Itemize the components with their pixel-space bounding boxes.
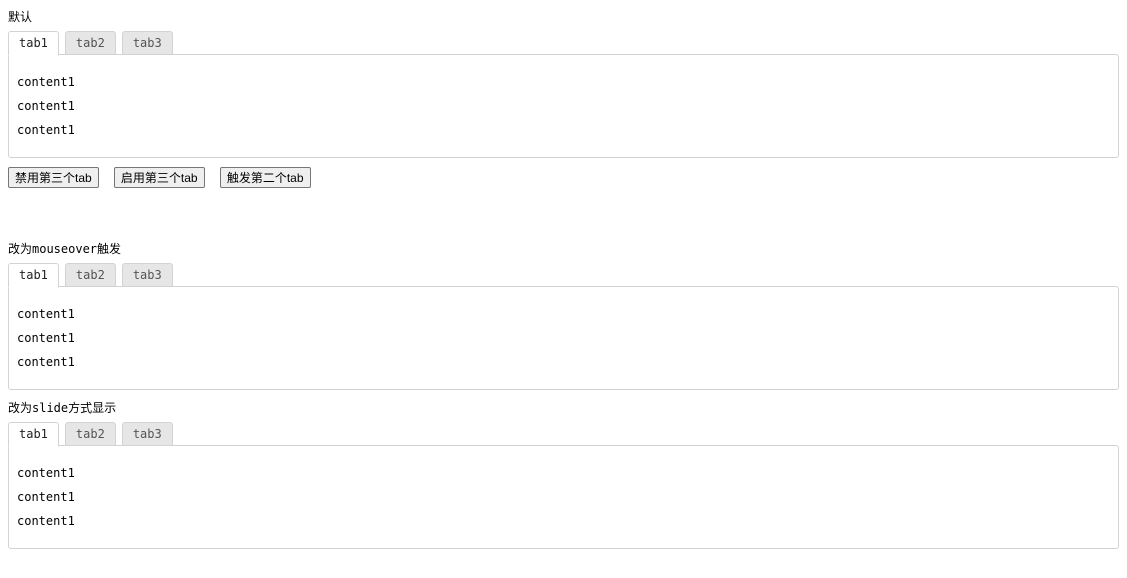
tab-3[interactable]: tab3 [122,422,173,446]
tab-3[interactable]: tab3 [122,31,173,55]
content-line: content1 [17,99,1110,113]
tab-1[interactable]: tab1 [8,263,59,288]
content-line: content1 [17,355,1110,369]
tabset-default: tab1 tab2 tab3 content1 content1 content… [8,31,1119,159]
section-title-default: 默认 [8,8,1119,25]
tab-panel-default: content1 content1 content1 [8,54,1119,158]
tabset-slide: tab1 tab2 tab3 content1 content1 content… [8,422,1119,550]
content-line: content1 [17,123,1110,137]
section-title-slide: 改为slide方式显示 [8,399,1119,416]
content-line: content1 [17,75,1110,89]
content-line: content1 [17,514,1110,528]
tabs-list-default: tab1 tab2 tab3 [8,31,1119,55]
content-line: content1 [17,490,1110,504]
tabs-list-mouseover: tab1 tab2 tab3 [8,263,1119,287]
tab-1[interactable]: tab1 [8,422,59,447]
content-line: content1 [17,466,1110,480]
content-line: content1 [17,331,1110,345]
enable-tab3-button[interactable]: 启用第三个tab [114,167,205,188]
content-line: content1 [17,307,1110,321]
button-row: 禁用第三个tab 启用第三个tab 触发第二个tab [8,167,1119,188]
tabset-mouseover: tab1 tab2 tab3 content1 content1 content… [8,263,1119,391]
tab-2[interactable]: tab2 [65,31,116,55]
tab-panel-mouseover: content1 content1 content1 [8,286,1119,390]
tabs-list-slide: tab1 tab2 tab3 [8,422,1119,446]
disable-tab3-button[interactable]: 禁用第三个tab [8,167,99,188]
tab-2[interactable]: tab2 [65,263,116,287]
trigger-tab2-button[interactable]: 触发第二个tab [220,167,311,188]
tab-1[interactable]: tab1 [8,31,59,56]
tab-2[interactable]: tab2 [65,422,116,446]
tab-3[interactable]: tab3 [122,263,173,287]
section-title-mouseover: 改为mouseover触发 [8,240,1119,257]
tab-panel-slide: content1 content1 content1 [8,445,1119,549]
